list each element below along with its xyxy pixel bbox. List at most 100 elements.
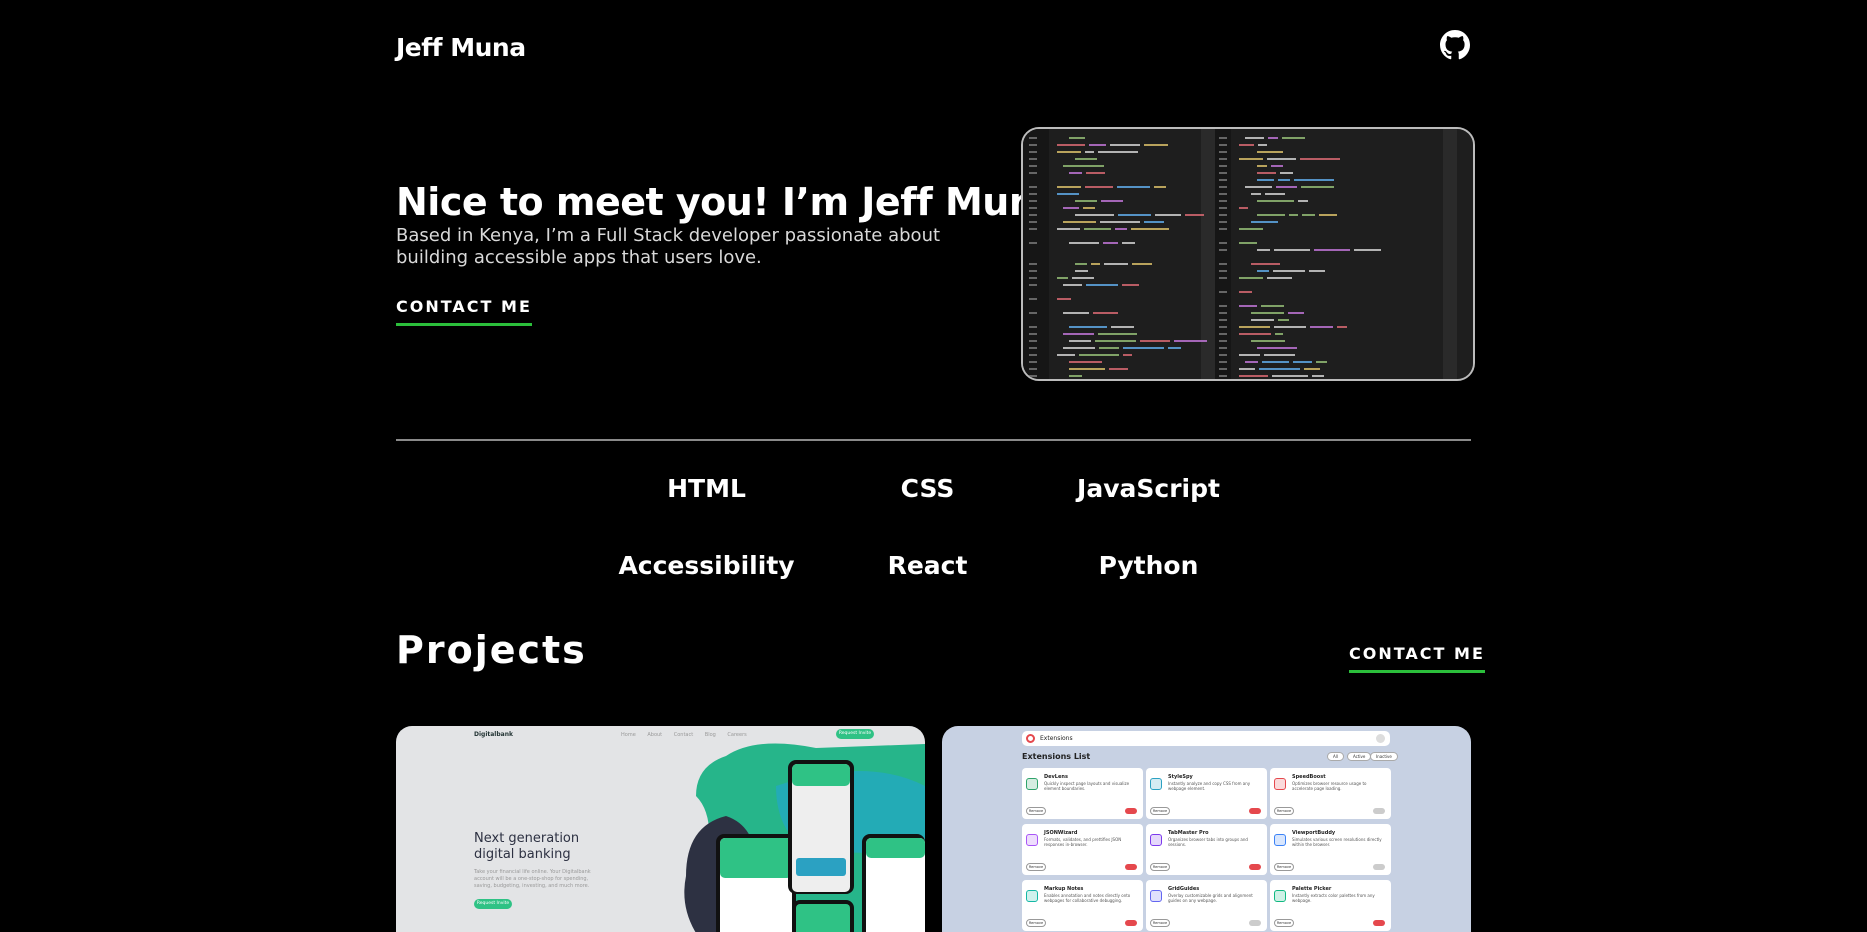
line-number xyxy=(1029,375,1037,377)
extension-name: GridGuides xyxy=(1168,886,1200,892)
extension-remove-button: Remove xyxy=(1274,863,1294,871)
code-line xyxy=(1057,228,1080,230)
skill-accessibility: Accessibility xyxy=(618,551,795,580)
extensions-list-title: Extensions List xyxy=(1022,752,1091,761)
code-line xyxy=(1239,207,1248,209)
code-line xyxy=(1239,291,1252,293)
digitalbank-nav: Home About Contact Blog Careers xyxy=(621,732,747,738)
code-line xyxy=(1271,165,1283,167)
code-line xyxy=(1262,361,1289,363)
extension-description: Organizes browser tabs into groups and s… xyxy=(1168,837,1248,847)
project-card-extensions[interactable]: Extensions Extensions List All Active In… xyxy=(942,726,1471,932)
code-line xyxy=(1123,347,1164,349)
extension-name: SpeedBoost xyxy=(1292,774,1326,780)
extension-name: ViewportBuddy xyxy=(1292,830,1336,836)
line-number xyxy=(1029,200,1037,202)
code-line xyxy=(1354,249,1381,251)
extension-description: Overlay customizable grids and alignment… xyxy=(1168,893,1253,903)
line-number xyxy=(1219,186,1227,188)
extension-toggle xyxy=(1125,864,1137,870)
code-line xyxy=(1069,172,1082,174)
code-line xyxy=(1245,186,1272,188)
hero-contact-button[interactable]: CONTACT ME xyxy=(396,297,532,326)
code-line xyxy=(1086,172,1105,174)
code-line xyxy=(1251,193,1261,195)
code-line xyxy=(1079,354,1119,356)
digitalbank-request-button-2: Request Invite xyxy=(474,899,512,909)
extension-card: GridGuides Overlay customizable grids and… xyxy=(1146,880,1267,931)
extension-card: Markup Notes Enables annotation and notes… xyxy=(1022,880,1143,931)
projects-contact-button[interactable]: CONTACT ME xyxy=(1349,644,1485,673)
line-number xyxy=(1219,193,1227,195)
line-number xyxy=(1219,333,1227,335)
code-line xyxy=(1239,333,1271,335)
code-line xyxy=(1075,200,1097,202)
code-line xyxy=(1132,263,1152,265)
code-line xyxy=(1245,137,1264,139)
filter-active: Active xyxy=(1347,752,1372,761)
filter-inactive: Inactive xyxy=(1370,752,1398,761)
line-number xyxy=(1219,144,1227,146)
line-number xyxy=(1219,326,1227,328)
code-line xyxy=(1274,326,1306,328)
extension-name: Palette Picker xyxy=(1292,886,1332,892)
code-line xyxy=(1239,375,1268,377)
line-number xyxy=(1029,165,1037,167)
section-divider xyxy=(396,439,1471,441)
code-line xyxy=(1063,312,1089,314)
extension-description: Instantly extracts color palettes from a… xyxy=(1292,893,1375,903)
code-line xyxy=(1109,368,1128,370)
line-number xyxy=(1029,207,1037,209)
line-number xyxy=(1029,193,1037,195)
code-line xyxy=(1288,312,1304,314)
line-number xyxy=(1029,270,1037,272)
extension-icon xyxy=(1026,778,1038,790)
line-number xyxy=(1219,375,1227,377)
line-number xyxy=(1219,179,1227,181)
line-number xyxy=(1029,172,1037,174)
code-line xyxy=(1278,319,1289,321)
extension-card: Palette Picker Instantly extracts color p… xyxy=(1270,880,1391,931)
project-card-digitalbank[interactable]: Digitalbank Home About Contact Blog Care… xyxy=(396,726,925,932)
code-line xyxy=(1089,144,1106,146)
code-line xyxy=(1057,298,1071,300)
code-line xyxy=(1316,361,1327,363)
line-number xyxy=(1029,214,1037,216)
code-line xyxy=(1258,144,1267,146)
extensions-logo: Extensions xyxy=(1040,735,1073,742)
digitalbank-heading: Next generation digital banking xyxy=(474,831,580,862)
hero-title: Nice to meet you! I’m Jeff Muna. xyxy=(396,180,1075,224)
code-line xyxy=(1123,354,1132,356)
line-number xyxy=(1029,368,1037,370)
line-number xyxy=(1219,347,1227,349)
line-number xyxy=(1029,151,1037,153)
code-line xyxy=(1239,368,1255,370)
extension-toggle xyxy=(1125,920,1137,926)
code-line xyxy=(1251,312,1284,314)
code-line xyxy=(1154,186,1166,188)
extension-card: TabMaster Pro Organizes browser tabs into… xyxy=(1146,824,1267,875)
extension-name: DevLens xyxy=(1044,774,1068,780)
code-line xyxy=(1294,179,1334,181)
code-line xyxy=(1257,151,1283,153)
digitalbank-text: Take your financial life online. Your Di… xyxy=(474,869,591,889)
line-number xyxy=(1029,354,1037,356)
site-brand[interactable]: Jeff Muna xyxy=(396,33,526,62)
code-line xyxy=(1085,186,1113,188)
github-icon[interactable] xyxy=(1440,30,1470,60)
line-number xyxy=(1219,221,1227,223)
code-line xyxy=(1251,340,1285,342)
extension-card: StyleSpy Instantly analyze and copy CSS f… xyxy=(1146,768,1267,819)
code-line xyxy=(1275,333,1283,335)
line-number xyxy=(1219,172,1227,174)
code-line xyxy=(1069,242,1099,244)
code-line xyxy=(1265,193,1285,195)
code-line xyxy=(1100,221,1140,223)
code-line xyxy=(1239,144,1254,146)
code-line xyxy=(1267,277,1292,279)
extension-description: Simulates various screen resolutions dir… xyxy=(1292,837,1382,847)
line-number xyxy=(1219,242,1227,244)
extension-card: ViewportBuddy Simulates various screen re… xyxy=(1270,824,1391,875)
line-number xyxy=(1219,312,1227,314)
code-line xyxy=(1257,214,1285,216)
